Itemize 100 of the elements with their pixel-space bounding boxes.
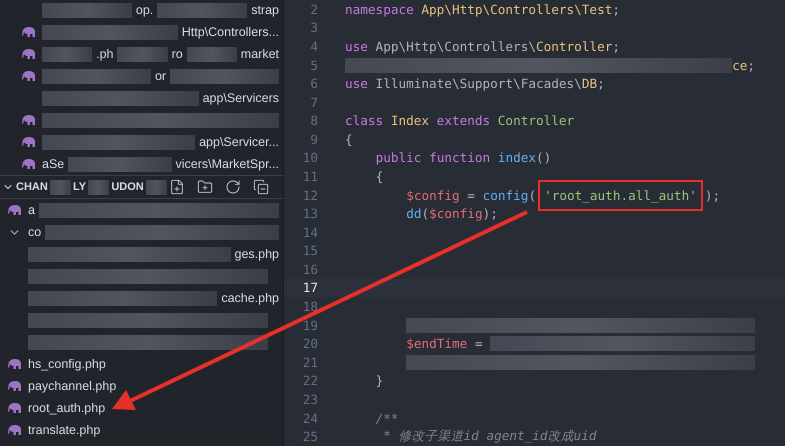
code-token: = <box>474 336 484 352</box>
line-number: 17 <box>302 280 318 296</box>
line-number: 8 <box>309 113 318 128</box>
code-token: Controller <box>536 38 612 54</box>
code-token: $config <box>429 206 483 222</box>
code-token: ( <box>528 188 536 203</box>
file-name: hs_config.php <box>28 357 106 371</box>
line-number: 6 <box>309 76 318 92</box>
code-token: $endTime <box>406 336 468 352</box>
code-token: namespace <box>345 2 414 17</box>
file-name: strap <box>251 3 279 17</box>
elephant-icon <box>22 26 36 38</box>
line-number: 16 <box>302 262 318 277</box>
line-number: 9 <box>309 132 318 147</box>
code-token: App\Http\Controllers\Test <box>420 2 612 17</box>
code-token: () <box>536 150 552 166</box>
line-number: 12 <box>302 188 318 203</box>
file-name: a <box>28 203 35 217</box>
code-token: ce <box>732 58 748 73</box>
line-number: 15 <box>302 243 318 258</box>
file-name: app\Servicers <box>202 91 279 105</box>
code-token: { <box>376 168 384 184</box>
new-file-icon[interactable] <box>169 179 186 195</box>
file-name: or <box>154 69 166 83</box>
blurred-region <box>42 46 92 62</box>
code-token: DB <box>582 76 598 92</box>
elephant-icon <box>8 424 22 436</box>
section-title: LY <box>73 181 86 193</box>
line-number: 21 <box>302 354 318 370</box>
file-name: .ph <box>96 47 114 61</box>
code-token: ); <box>482 206 498 222</box>
line-number: 24 <box>302 410 318 426</box>
line-number: 11 <box>302 168 318 184</box>
code-token: * 修改子渠道id agent_id改成uid <box>383 428 596 446</box>
blurred-region <box>88 180 110 194</box>
refresh-icon[interactable] <box>225 179 242 195</box>
section-title: CHAN <box>16 181 48 193</box>
code-token: } <box>376 373 384 388</box>
code-token: = <box>466 188 476 203</box>
file-name: app\Servicer... <box>199 135 279 149</box>
code-token: extends <box>436 113 490 128</box>
line-number: 5 <box>309 58 318 73</box>
code-token: ); <box>704 188 720 203</box>
file-name: ges.php <box>234 247 279 261</box>
code-token: { <box>345 132 353 147</box>
file-name: vicers\MarketSpr... <box>176 157 279 171</box>
highlighted-code: 'root_auth.all_auth' <box>538 180 703 211</box>
code-token: use <box>345 38 368 54</box>
code-token: ; <box>612 2 620 17</box>
line-number: 18 <box>302 299 318 314</box>
explorer-section-header[interactable]: CHAN LY UDON <box>0 175 283 199</box>
code-token: $config <box>406 188 460 203</box>
code-token: /** <box>376 410 399 426</box>
line-number: 25 <box>302 429 318 444</box>
file-name: op. <box>136 3 154 17</box>
folder-name: co <box>28 225 42 239</box>
collapse-all-icon[interactable] <box>253 179 270 195</box>
elephant-icon <box>22 70 36 82</box>
file-name: root_auth.php <box>28 401 106 415</box>
elephant-icon <box>22 136 36 148</box>
elephant-icon <box>8 204 22 216</box>
line-number: 23 <box>302 392 318 407</box>
code-token: dd <box>406 206 422 222</box>
elephant-icon <box>8 358 22 370</box>
elephant-icon <box>8 402 22 414</box>
file-name: cache.php <box>221 291 279 305</box>
line-number: 20 <box>302 336 318 352</box>
line-number: 13 <box>302 206 318 222</box>
file-name: translate.php <box>28 423 100 437</box>
new-folder-icon[interactable] <box>197 179 214 195</box>
code-token: use <box>345 76 368 92</box>
line-number: 4 <box>309 38 318 54</box>
blurred-region <box>146 180 168 194</box>
section-title: UDON <box>111 181 144 193</box>
code-token: ( <box>421 206 430 222</box>
line-number: 14 <box>302 224 318 240</box>
code-token: class <box>345 113 384 128</box>
code-token: Index <box>390 113 430 128</box>
blurred-region <box>50 180 72 194</box>
code-token: ; <box>612 38 620 54</box>
line-number: 3 <box>309 20 318 36</box>
file-name: Http\Controllers... <box>182 25 279 39</box>
code-token: index <box>496 150 536 166</box>
file-name: aSe <box>42 157 64 171</box>
elephant-icon <box>22 114 36 126</box>
code-token: Controller <box>496 113 574 128</box>
code-token: ; <box>747 58 755 73</box>
line-number: 2 <box>309 2 318 17</box>
file-name: ro <box>172 47 183 61</box>
code-token: public <box>376 150 422 166</box>
line-number: 19 <box>302 318 318 333</box>
file-name: market <box>240 47 279 61</box>
elephant-icon <box>8 380 22 392</box>
line-number: 7 <box>309 94 318 110</box>
code-token: function <box>428 150 490 166</box>
code-token: ; <box>597 76 605 92</box>
code-token: config <box>482 188 528 203</box>
code-token: Illuminate\Support\Facades\ <box>374 76 582 92</box>
line-number: 10 <box>302 150 318 166</box>
elephant-icon <box>22 48 36 60</box>
